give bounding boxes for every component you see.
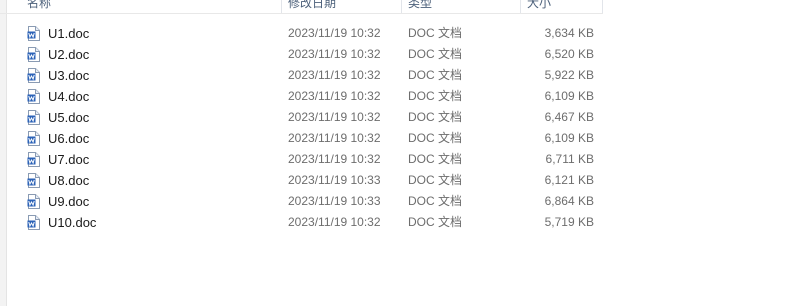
file-size: 6,711 KB bbox=[545, 152, 594, 166]
file-row[interactable]: U9.doc 2023/11/19 10:33 DOC 文档 6,864 KB bbox=[0, 191, 785, 212]
file-row[interactable]: U1.doc 2023/11/19 10:32 DOC 文档 3,634 KB bbox=[0, 23, 785, 44]
column-header-row: 名称 修改日期 类型 大小 bbox=[0, 0, 603, 14]
file-row[interactable]: U8.doc 2023/11/19 10:33 DOC 文档 6,121 KB bbox=[0, 170, 785, 191]
word-doc-icon bbox=[27, 215, 40, 230]
column-divider[interactable] bbox=[281, 0, 282, 13]
file-type: DOC 文档 bbox=[408, 89, 463, 103]
file-type: DOC 文档 bbox=[408, 47, 463, 61]
file-name[interactable]: U9.doc bbox=[48, 191, 89, 212]
word-doc-icon bbox=[27, 110, 40, 125]
file-modified-date: 2023/11/19 10:32 bbox=[288, 152, 381, 166]
file-size: 6,109 KB bbox=[544, 89, 594, 103]
word-doc-icon bbox=[27, 26, 40, 41]
file-type: DOC 文档 bbox=[408, 152, 463, 166]
file-type: DOC 文档 bbox=[408, 173, 463, 187]
file-name[interactable]: U10.doc bbox=[48, 212, 96, 233]
column-header-name[interactable]: 名称 bbox=[27, 0, 51, 13]
file-name[interactable]: U2.doc bbox=[48, 44, 89, 65]
file-name[interactable]: U4.doc bbox=[48, 86, 89, 107]
file-size: 6,121 KB bbox=[544, 173, 594, 187]
file-row[interactable]: U3.doc 2023/11/19 10:32 DOC 文档 5,922 KB bbox=[0, 65, 785, 86]
column-divider[interactable] bbox=[401, 0, 402, 13]
file-row[interactable]: U7.doc 2023/11/19 10:32 DOC 文档 6,711 KB bbox=[0, 149, 785, 170]
file-size: 6,520 KB bbox=[544, 47, 594, 61]
file-type: DOC 文档 bbox=[408, 110, 463, 124]
file-modified-date: 2023/11/19 10:32 bbox=[288, 110, 381, 124]
file-type: DOC 文档 bbox=[408, 194, 463, 208]
file-size: 5,719 KB bbox=[544, 215, 594, 229]
file-modified-date: 2023/11/19 10:33 bbox=[288, 173, 381, 187]
file-modified-date: 2023/11/19 10:32 bbox=[288, 89, 381, 103]
file-size: 6,864 KB bbox=[544, 194, 594, 208]
word-doc-icon bbox=[27, 131, 40, 146]
file-row[interactable]: U6.doc 2023/11/19 10:32 DOC 文档 6,109 KB bbox=[0, 128, 785, 149]
word-doc-icon bbox=[27, 68, 40, 83]
file-size: 5,922 KB bbox=[544, 68, 594, 82]
file-modified-date: 2023/11/19 10:32 bbox=[288, 215, 381, 229]
word-doc-icon bbox=[27, 173, 40, 188]
file-modified-date: 2023/11/19 10:32 bbox=[288, 131, 381, 145]
file-type: DOC 文档 bbox=[408, 68, 463, 82]
word-doc-icon bbox=[27, 194, 40, 209]
file-type: DOC 文档 bbox=[408, 131, 463, 145]
file-name[interactable]: U7.doc bbox=[48, 149, 89, 170]
file-type: DOC 文档 bbox=[408, 215, 463, 229]
word-doc-icon bbox=[27, 152, 40, 167]
file-modified-date: 2023/11/19 10:32 bbox=[288, 26, 381, 40]
file-name[interactable]: U8.doc bbox=[48, 170, 89, 191]
file-name[interactable]: U6.doc bbox=[48, 128, 89, 149]
file-modified-date: 2023/11/19 10:33 bbox=[288, 194, 381, 208]
file-explorer-window: 名称 修改日期 类型 大小 U1.doc 2023/11/19 10:32 DOC … bbox=[0, 0, 785, 306]
file-modified-date: 2023/11/19 10:32 bbox=[288, 47, 381, 61]
file-size: 6,109 KB bbox=[544, 131, 594, 145]
file-row[interactable]: U10.doc 2023/11/19 10:32 DOC 文档 5,719 KB bbox=[0, 212, 785, 233]
column-header-type[interactable]: 类型 bbox=[408, 0, 432, 13]
word-doc-icon bbox=[27, 89, 40, 104]
file-modified-date: 2023/11/19 10:32 bbox=[288, 68, 381, 82]
file-list: U1.doc 2023/11/19 10:32 DOC 文档 3,634 KB U2.d… bbox=[0, 23, 785, 233]
column-header-date[interactable]: 修改日期 bbox=[288, 0, 336, 13]
file-name[interactable]: U1.doc bbox=[48, 23, 89, 44]
file-row[interactable]: U4.doc 2023/11/19 10:32 DOC 文档 6,109 KB bbox=[0, 86, 785, 107]
file-size: 3,634 KB bbox=[544, 26, 594, 40]
column-header-size[interactable]: 大小 bbox=[527, 0, 551, 13]
file-name[interactable]: U3.doc bbox=[48, 65, 89, 86]
file-type: DOC 文档 bbox=[408, 26, 463, 40]
column-divider[interactable] bbox=[520, 0, 521, 13]
file-row[interactable]: U5.doc 2023/11/19 10:32 DOC 文档 6,467 KB bbox=[0, 107, 785, 128]
file-row[interactable]: U2.doc 2023/11/19 10:32 DOC 文档 6,520 KB bbox=[0, 44, 785, 65]
file-name[interactable]: U5.doc bbox=[48, 107, 89, 128]
word-doc-icon bbox=[27, 47, 40, 62]
column-divider[interactable] bbox=[602, 0, 603, 13]
file-size: 6,467 KB bbox=[544, 110, 594, 124]
